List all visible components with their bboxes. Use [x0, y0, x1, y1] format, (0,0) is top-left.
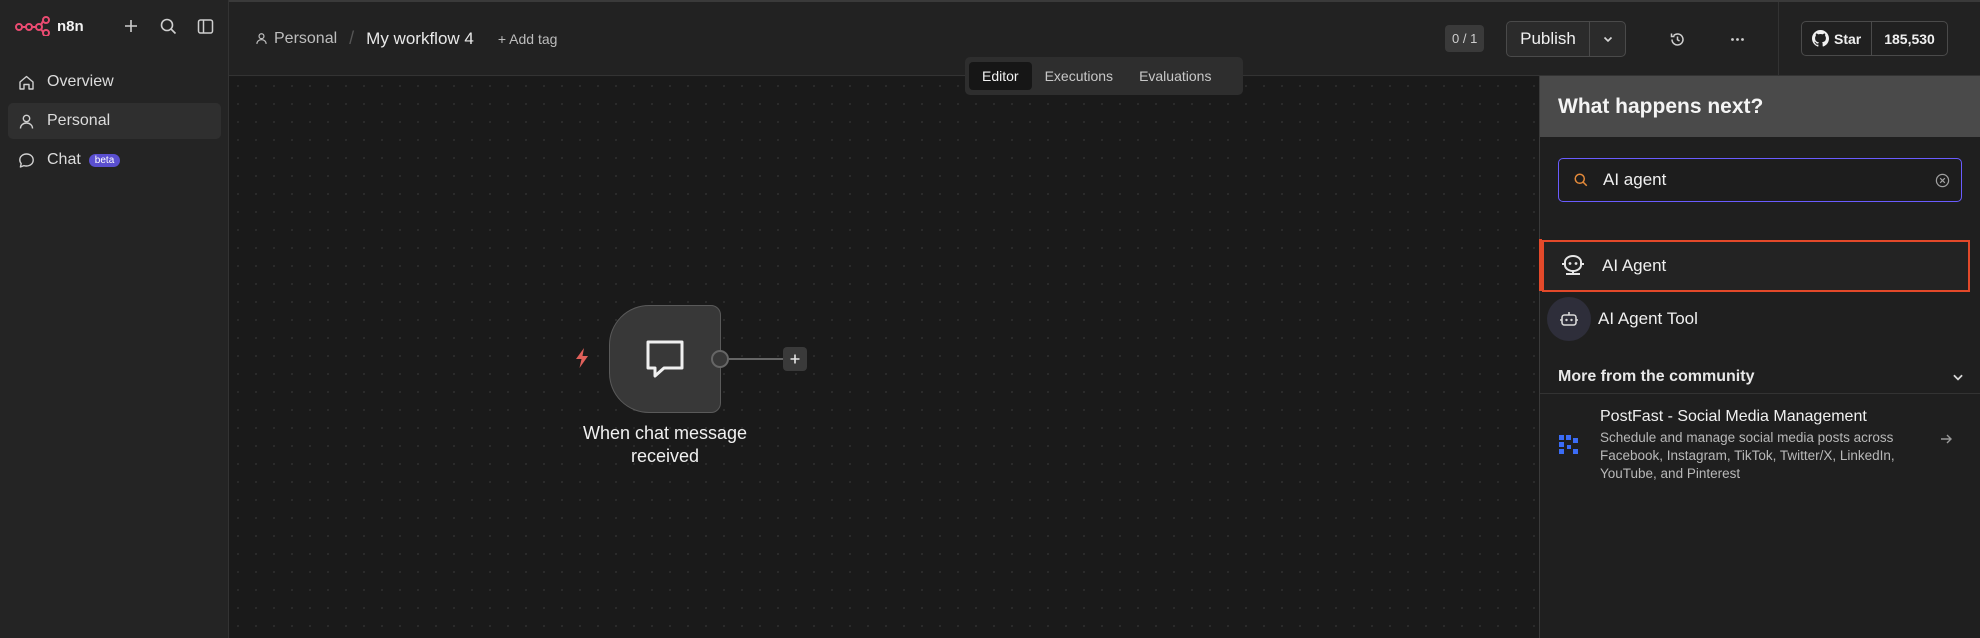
logo-text: n8n — [57, 17, 84, 35]
user-icon — [256, 33, 267, 44]
header-divider — [1778, 2, 1779, 76]
add-icon[interactable] — [119, 14, 143, 38]
history-icon[interactable] — [1665, 27, 1689, 51]
tab-editor[interactable]: Editor — [969, 62, 1032, 90]
more-options-icon[interactable] — [1725, 27, 1749, 51]
add-node-button[interactable] — [783, 347, 807, 371]
sidebar-item-label: Personal — [47, 112, 111, 129]
result-icon-wrap — [1540, 297, 1598, 341]
user-icon — [17, 112, 35, 130]
result-label: AI Agent — [1602, 256, 1667, 275]
publish-button-group: Publish — [1506, 21, 1626, 57]
tab-executions[interactable]: Executions — [1032, 62, 1126, 90]
result-label: AI Agent Tool — [1598, 309, 1698, 328]
github-star-button[interactable]: Star — [1802, 22, 1873, 55]
beta-badge: beta — [88, 153, 121, 167]
github-star-label: Star — [1834, 30, 1862, 47]
breadcrumb: Personal / My workflow 4 + Add tag — [255, 28, 557, 49]
postfast-icon — [1558, 434, 1580, 461]
plus-icon — [790, 354, 800, 364]
result-ai-agent[interactable]: AI Agent — [1539, 239, 1970, 292]
chat-bubble-icon — [646, 340, 684, 378]
github-star-widget: Star 185,530 — [1801, 21, 1948, 56]
sidebar-item-overview[interactable]: Overview — [8, 64, 221, 100]
node-search-field[interactable] — [1558, 158, 1962, 202]
sidebar-item-label: Overview — [47, 73, 114, 90]
breadcrumb-project[interactable]: Personal — [274, 30, 337, 48]
home-icon — [17, 73, 35, 91]
panel-title: What happens next? — [1540, 76, 1980, 137]
result-ai-agent-tool[interactable]: AI Agent Tool — [1540, 293, 1980, 345]
publish-counter: 0 / 1 — [1445, 25, 1485, 52]
github-icon — [1812, 30, 1829, 47]
sidebar-item-personal[interactable]: Personal — [8, 103, 221, 139]
arrow-right-icon — [1939, 432, 1953, 451]
node-creator-panel: What happens next? AI Agent AI Agent Too… — [1539, 76, 1980, 638]
publish-dropdown[interactable] — [1589, 22, 1625, 56]
node-connection-line — [729, 358, 783, 360]
view-tabs: Editor Executions Evaluations — [965, 57, 1243, 95]
community-section-toggle[interactable]: More from the community — [1540, 360, 1980, 394]
logo[interactable]: n8n — [15, 14, 84, 38]
community-item-description: Schedule and manage social media posts a… — [1600, 430, 1895, 481]
workflow-canvas[interactable] — [229, 77, 1539, 638]
search-input[interactable] — [1603, 170, 1923, 190]
chat-icon — [17, 151, 35, 169]
add-tag-button[interactable]: + Add tag — [498, 31, 558, 47]
trigger-bolt-icon — [573, 347, 591, 374]
node-output-handle[interactable] — [711, 350, 729, 368]
robot-icon — [1547, 297, 1591, 341]
community-node-item[interactable]: PostFast - Social Media Management Sched… — [1540, 406, 1980, 486]
n8n-logo-icon — [15, 16, 50, 36]
tab-evaluations[interactable]: Evaluations — [1126, 62, 1224, 90]
clear-search-icon[interactable] — [1923, 173, 1961, 188]
community-item-title: PostFast - Social Media Management — [1600, 408, 1867, 425]
sidebar-item-chat[interactable]: Chat beta — [8, 142, 221, 178]
sidebar: n8n Overview Personal Chat beta — [0, 0, 229, 638]
chat-trigger-node[interactable] — [609, 305, 721, 413]
sidebar-item-label: Chat — [47, 151, 81, 168]
chevron-down-icon — [1603, 36, 1612, 43]
github-star-count[interactable]: 185,530 — [1872, 22, 1947, 55]
sidebar-nav: Overview Personal Chat beta — [8, 64, 221, 181]
search-icon[interactable] — [156, 14, 180, 38]
breadcrumb-separator: / — [349, 28, 355, 48]
node-label: When chat message received — [582, 423, 748, 466]
ai-agent-icon — [1544, 253, 1602, 279]
publish-button[interactable]: Publish — [1507, 22, 1589, 56]
chevron-down-icon — [1953, 374, 1963, 381]
workflow-name[interactable]: My workflow 4 — [366, 29, 474, 49]
sidebar-toggle-icon[interactable] — [193, 14, 217, 38]
search-icon — [1559, 173, 1603, 187]
community-header: More from the community — [1558, 367, 1755, 385]
